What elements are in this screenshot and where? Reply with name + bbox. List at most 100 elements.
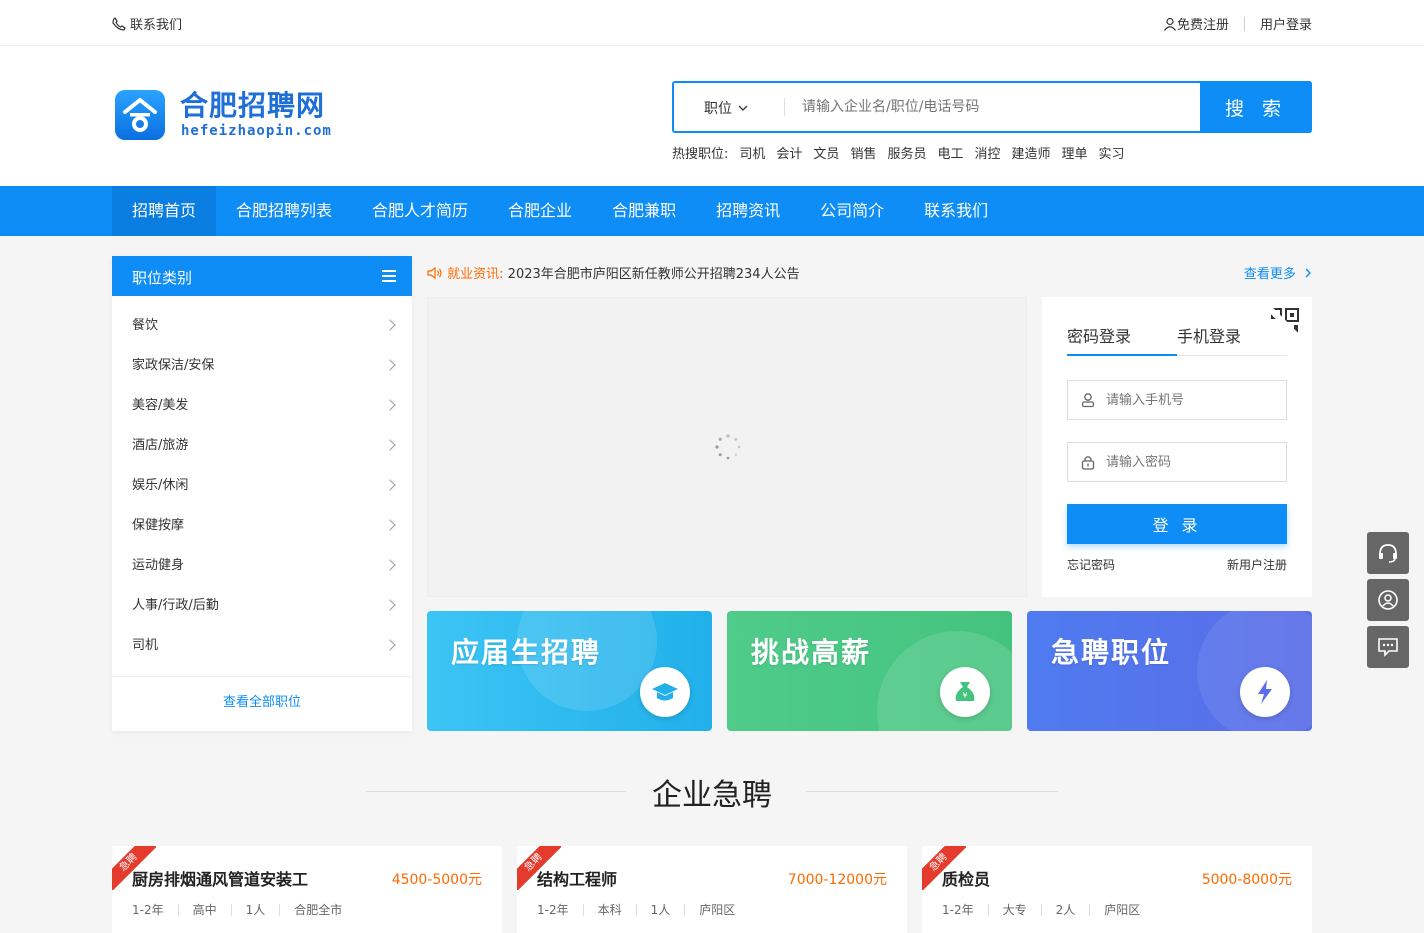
job-headcount: 1人 — [650, 903, 671, 917]
login-link[interactable]: 用户登录 — [1260, 14, 1312, 33]
logo-icon[interactable] — [115, 90, 165, 140]
search-type-label: 职位 — [704, 101, 732, 117]
job-experience: 1-2年 — [537, 903, 569, 917]
promo-card-urgent[interactable]: 急聘职位 — [1027, 611, 1312, 731]
chevron-right-icon — [384, 359, 396, 371]
banner-carousel[interactable] — [427, 297, 1027, 597]
nav-item-contact[interactable]: 联系我们 — [904, 186, 1008, 236]
job-salary: 7000-12000元 — [787, 872, 887, 888]
job-meta: 1-2年 本科 1人 庐阳区 — [537, 901, 735, 918]
lightning-icon — [1240, 667, 1290, 717]
search-input[interactable] — [802, 93, 1182, 121]
hot-item[interactable]: 司机 — [739, 143, 765, 162]
graduation-cap-icon — [640, 667, 690, 717]
forgot-password-link[interactable]: 忘记密码 — [1067, 556, 1115, 573]
category-label: 美容/美发 — [132, 398, 189, 413]
nav-item-resumes[interactable]: 合肥人才简历 — [352, 186, 488, 236]
message-button[interactable] — [1367, 626, 1409, 668]
logo-subtitle: hefeizhaopin.com — [181, 123, 332, 139]
nav-item-companies[interactable]: 合肥企业 — [488, 186, 592, 236]
header: 合肥招聘网 hefeizhaopin.com 职位 搜 索 热搜职位: 司机 会… — [0, 46, 1424, 186]
category-item[interactable]: 家政保洁/安保 — [112, 346, 412, 386]
hot-item[interactable]: 电工 — [937, 143, 963, 162]
promo-title: 急聘职位 — [1051, 636, 1172, 669]
user-icon — [1163, 17, 1176, 31]
search-button[interactable]: 搜 索 — [1200, 81, 1312, 133]
profile-button[interactable] — [1367, 579, 1409, 621]
divider — [784, 98, 785, 116]
job-title[interactable]: 结构工程师 — [537, 866, 617, 890]
tab-password-login[interactable]: 密码登录 — [1067, 323, 1131, 347]
job-education: 大专 — [1002, 903, 1027, 917]
hot-item[interactable]: 实习 — [1099, 143, 1125, 162]
news-more-link[interactable]: 查看更多 — [1244, 263, 1312, 282]
hot-item[interactable]: 理单 — [1062, 143, 1088, 162]
hot-label: 热搜职位: — [672, 147, 729, 162]
register-link[interactable]: 免费注册 — [1177, 14, 1229, 33]
category-item[interactable]: 餐饮 — [112, 306, 412, 346]
hot-item[interactable]: 消控 — [974, 143, 1000, 162]
category-item[interactable]: 保健按摩 — [112, 506, 412, 546]
job-headcount: 1人 — [245, 903, 266, 917]
search-type-select[interactable]: 职位 — [704, 98, 748, 118]
job-title[interactable]: 厨房排烟通风管道安装工 — [132, 866, 308, 890]
job-card[interactable]: 急聘 质检员 5000-8000元 1-2年 大专 2人 庐阳区 — [922, 846, 1312, 933]
login-button[interactable]: 登 录 — [1067, 504, 1287, 544]
category-label: 保健按摩 — [132, 518, 185, 533]
qr-code-icon[interactable] — [1268, 307, 1302, 341]
password-field[interactable] — [1067, 442, 1287, 482]
loading-spinner-icon — [715, 434, 741, 460]
chevron-down-icon — [738, 105, 748, 111]
news-headline[interactable]: 2023年合肥市庐阳区新任教师公开招聘234人公告 — [508, 267, 800, 282]
login-panel: 密码登录 手机登录 登 录 忘记密码 新用户注册 — [1042, 297, 1312, 597]
category-item[interactable]: 运动健身 — [112, 546, 412, 586]
register-link[interactable]: 新用户注册 — [1227, 556, 1287, 573]
phone-field[interactable] — [1067, 380, 1287, 420]
category-label: 运动健身 — [132, 558, 185, 573]
category-item[interactable]: 司机 — [112, 626, 412, 666]
hot-item[interactable]: 会计 — [776, 143, 802, 162]
hot-item[interactable]: 销售 — [850, 143, 876, 162]
divider — [806, 791, 1058, 792]
logo-title[interactable]: 合肥招聘网 — [180, 90, 325, 122]
job-title[interactable]: 质检员 — [942, 866, 990, 890]
speaker-icon — [427, 266, 442, 280]
chevron-right-icon — [384, 599, 396, 611]
person-circle-icon — [1378, 590, 1398, 610]
chevron-right-icon — [384, 439, 396, 451]
hot-item[interactable]: 服务员 — [887, 143, 926, 162]
menu-icon[interactable] — [382, 270, 396, 282]
job-card[interactable]: 急聘 结构工程师 7000-12000元 1-2年 本科 1人 庐阳区 — [517, 846, 907, 933]
category-label: 餐饮 — [132, 318, 159, 333]
user-icon — [1081, 393, 1095, 408]
nav-item-parttime[interactable]: 合肥兼职 — [592, 186, 696, 236]
category-label: 娱乐/休闲 — [132, 478, 189, 493]
contact-link[interactable]: 联系我们 — [112, 14, 182, 33]
phone-input[interactable] — [1106, 390, 1276, 410]
category-item[interactable]: 酒店/旅游 — [112, 426, 412, 466]
tab-phone-login[interactable]: 手机登录 — [1177, 323, 1241, 347]
password-input[interactable] — [1106, 452, 1276, 472]
promo-card-high-salary[interactable]: 挑战高薪 ¥ — [727, 611, 1012, 731]
promo-card-graduates[interactable]: 应届生招聘 — [427, 611, 712, 731]
hot-item[interactable]: 文员 — [813, 143, 839, 162]
news-ticker: 就业资讯: 2023年合肥市庐阳区新任教师公开招聘234人公告 查看更多 — [427, 263, 1312, 283]
tab-active-indicator — [1067, 354, 1177, 356]
promo-title: 应届生招聘 — [451, 636, 602, 669]
user-links: 免费注册 用户登录 — [1163, 14, 1312, 33]
nav-item-about[interactable]: 公司简介 — [800, 186, 904, 236]
nav-item-jobs[interactable]: 合肥招聘列表 — [216, 186, 352, 236]
hot-item[interactable]: 建造师 — [1012, 143, 1051, 162]
customer-service-button[interactable] — [1367, 532, 1409, 574]
job-card[interactable]: 急聘 厨房排烟通风管道安装工 4500-5000元 1-2年 高中 1人 合肥全… — [112, 846, 502, 933]
nav-item-home[interactable]: 招聘首页 — [112, 186, 217, 236]
logo-mark — [123, 97, 157, 132]
nav-item-news[interactable]: 招聘资讯 — [696, 186, 800, 236]
job-headcount: 2人 — [1055, 903, 1076, 917]
category-item[interactable]: 娱乐/休闲 — [112, 466, 412, 506]
job-location: 庐阳区 — [699, 903, 736, 917]
category-item[interactable]: 人事/行政/后勤 — [112, 586, 412, 626]
category-label: 司机 — [132, 638, 159, 653]
category-item[interactable]: 美容/美发 — [112, 386, 412, 426]
view-all-jobs-link[interactable]: 查看全部职位 — [112, 676, 412, 731]
